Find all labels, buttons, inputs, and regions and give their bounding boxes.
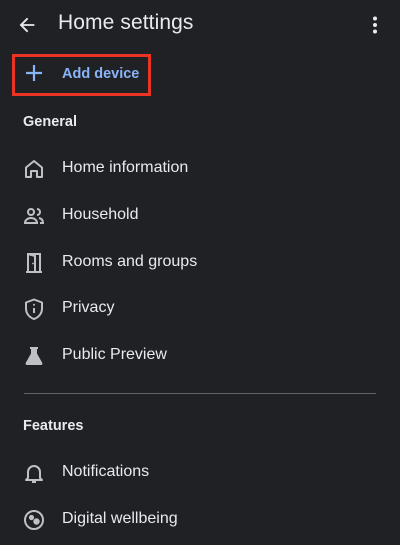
app-bar: Home settings xyxy=(0,0,400,50)
bell-icon xyxy=(22,461,46,485)
door-icon xyxy=(22,251,46,275)
overflow-menu-button[interactable] xyxy=(363,12,387,38)
menu-item-label: Public Preview xyxy=(62,346,167,363)
menu-item-public-preview[interactable]: Public Preview xyxy=(0,333,400,379)
menu-item-rooms-and-groups[interactable]: Rooms and groups xyxy=(0,240,400,286)
menu-item-household[interactable]: Household xyxy=(0,193,400,239)
more-vert-icon xyxy=(363,13,387,37)
menu-item-label: Digital wellbeing xyxy=(62,510,178,527)
menu-item-label: Home information xyxy=(62,159,189,176)
menu-item-label: Rooms and groups xyxy=(62,253,198,270)
menu-item-label: Privacy xyxy=(62,299,115,316)
arrow-back-icon xyxy=(16,14,38,36)
home-icon xyxy=(22,157,46,181)
highlight-box xyxy=(12,54,151,96)
menu-item-digital-wellbeing[interactable]: Digital wellbeing xyxy=(0,497,400,543)
menu-item-home-information[interactable]: Home information xyxy=(0,146,400,192)
wellbeing-icon xyxy=(22,508,46,532)
section-header-general: General xyxy=(23,114,77,130)
shield-info-icon xyxy=(22,297,46,321)
menu-item-privacy[interactable]: Privacy xyxy=(0,286,400,332)
menu-item-label: Notifications xyxy=(62,463,150,480)
menu-item-notifications[interactable]: Notifications xyxy=(0,450,400,496)
back-button[interactable] xyxy=(14,12,40,38)
divider xyxy=(24,393,376,394)
page-title: Home settings xyxy=(58,11,194,34)
menu-item-label: Household xyxy=(62,206,139,223)
people-icon xyxy=(22,204,46,228)
flask-icon xyxy=(22,344,46,368)
section-header-features: Features xyxy=(23,418,84,434)
